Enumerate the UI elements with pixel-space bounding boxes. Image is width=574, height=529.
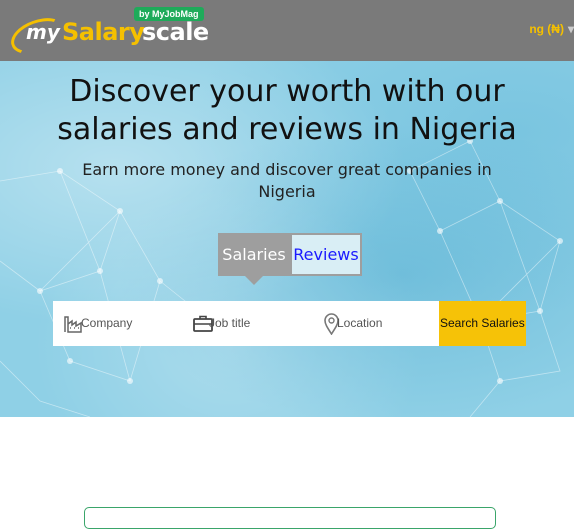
company-field[interactable]: Company — [53, 301, 181, 346]
job-title-field[interactable]: Job title — [181, 301, 309, 346]
factory-icon — [64, 316, 82, 333]
tab-salaries[interactable]: Salaries — [218, 233, 290, 276]
logo-my-text: my — [26, 20, 60, 44]
site-header: my Salary scale by MyJobMag ng (₦) ▾ — [0, 0, 574, 61]
search-type-tabs: Salaries Reviews — [218, 233, 362, 285]
myjobmag-badge: by MyJobMag — [134, 7, 204, 21]
hero-subtitle-line2: Nigeria — [258, 182, 316, 201]
logo-salary-text: Salary — [62, 18, 145, 46]
logo-scale-text: scale — [142, 18, 209, 46]
company-placeholder: Company — [81, 316, 133, 330]
hero-title: Discover your worth with our salaries an… — [20, 73, 554, 149]
hero-title-line1: Discover your worth with our — [69, 74, 505, 109]
location-placeholder: Location — [337, 316, 383, 330]
tab-reviews[interactable]: Reviews — [290, 233, 362, 276]
content-card — [84, 507, 496, 529]
currency-label: ng (₦) — [529, 22, 564, 36]
search-salaries-button[interactable]: Search Salaries — [439, 301, 526, 346]
chevron-down-icon: ▾ — [567, 22, 574, 36]
currency-selector[interactable]: ng (₦) ▾ — [529, 22, 574, 36]
hero-subtitle: Earn more money and discover great compa… — [70, 159, 504, 203]
hero-section: Discover your worth with our salaries an… — [0, 61, 574, 417]
search-bar: Company Job title Location Search Salari… — [53, 301, 526, 346]
hero-title-line2: salaries and reviews in Nigeria — [57, 112, 517, 147]
hero-subtitle-line1: Earn more money and discover great compa… — [82, 160, 492, 179]
location-field[interactable]: Location — [309, 301, 439, 346]
site-logo[interactable]: my Salary scale by MyJobMag — [6, 6, 210, 61]
active-tab-arrow — [245, 276, 263, 285]
job-title-placeholder: Job title — [209, 316, 251, 330]
